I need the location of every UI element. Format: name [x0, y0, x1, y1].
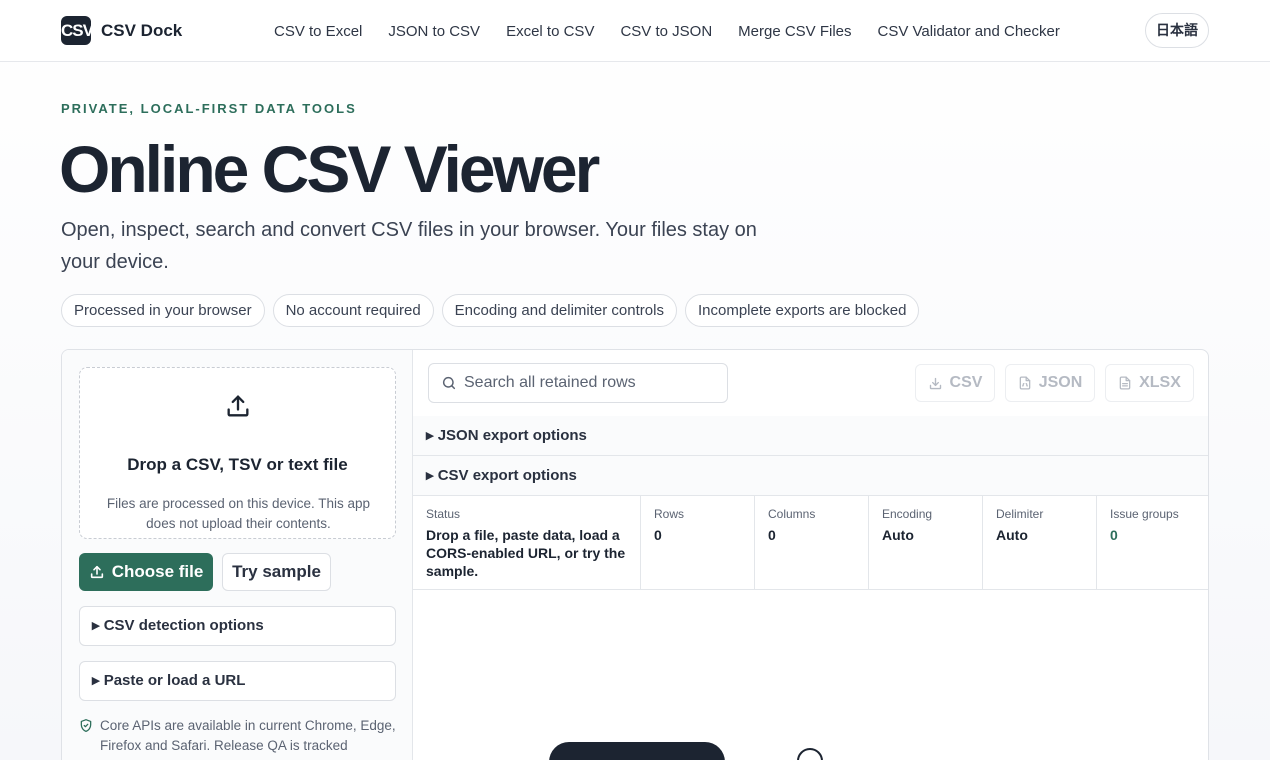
choose-file-button[interactable]: Choose file	[79, 553, 213, 591]
stat-issue-groups: Issue groups 0	[1097, 496, 1208, 589]
status-value: Drop a file, paste data, load a CORS-ena…	[426, 527, 626, 579]
summary-stats: Status Drop a file, paste data, load a C…	[413, 496, 1208, 590]
export-json-button[interactable]: JSON	[1005, 364, 1095, 402]
export-csv-label: CSV	[949, 374, 983, 391]
nav-csv-to-json[interactable]: CSV to JSON	[607, 23, 725, 40]
delimiter-value: Auto	[996, 527, 1028, 543]
upload-icon	[227, 395, 249, 417]
stat-label: Rows	[654, 507, 685, 521]
stat-label: Encoding	[882, 507, 933, 521]
csv-export-options-toggle[interactable]: ▸ CSV export options	[413, 456, 1208, 496]
encoding-value: Auto	[882, 527, 914, 543]
feature-chips: Processed in your browser No account req…	[61, 294, 920, 327]
feature-chip: No account required	[272, 294, 434, 327]
export-xlsx-button[interactable]: XLSX	[1105, 364, 1194, 402]
browser-support-text: Core APIs are available in current Chrom…	[100, 718, 396, 753]
download-icon	[929, 377, 941, 389]
try-sample-button[interactable]: Try sample	[222, 553, 331, 591]
hero-kicker: PRIVATE, LOCAL-FIRST DATA TOOLS	[61, 101, 357, 116]
output-panel: Search all retained rows CSV JSON XLSX ▸…	[413, 350, 1208, 760]
file-icon	[1019, 376, 1031, 390]
nav-csv-validator[interactable]: CSV Validator and Checker	[865, 23, 1073, 40]
browser-support-note: Core APIs are available in current Chrom…	[79, 716, 399, 756]
csv-detection-options-toggle[interactable]: ▸ CSV detection options	[79, 606, 396, 646]
input-panel: Drop a CSV, TSV or text file Files are p…	[62, 350, 413, 760]
export-xlsx-label: XLSX	[1139, 374, 1181, 391]
logo-icon[interactable]: CSV	[61, 16, 91, 45]
drop-zone-title: Drop a CSV, TSV or text file	[127, 455, 348, 474]
export-csv-button[interactable]: CSV	[915, 364, 995, 402]
upload-icon	[90, 565, 103, 579]
feature-chip: Incomplete exports are blocked	[684, 294, 920, 327]
brand-name[interactable]: CSV Dock	[101, 21, 182, 41]
loading-indicator	[797, 748, 823, 760]
page-title: Online CSV Viewer	[59, 132, 600, 206]
viewer-app: Drop a CSV, TSV or text file Files are p…	[61, 349, 1209, 760]
stat-columns: Columns 0	[755, 496, 869, 589]
nav-csv-to-excel[interactable]: CSV to Excel	[261, 23, 375, 40]
search-icon	[442, 376, 456, 390]
shield-icon	[80, 719, 92, 732]
json-export-options-toggle[interactable]: ▸ JSON export options	[413, 416, 1208, 456]
stat-delimiter: Delimiter Auto	[983, 496, 1097, 589]
stat-status: Status Drop a file, paste data, load a C…	[413, 496, 641, 589]
columns-value: 0	[768, 527, 776, 543]
choose-file-label: Choose file	[111, 562, 204, 581]
export-json-label: JSON	[1038, 374, 1083, 391]
nav-json-to-csv[interactable]: JSON to CSV	[375, 23, 493, 40]
feature-chip: Processed in your browser	[61, 294, 265, 327]
spreadsheet-icon	[1119, 376, 1131, 390]
drop-zone-note: Files are processed on this device. This…	[106, 496, 371, 531]
stat-encoding: Encoding Auto	[869, 496, 983, 589]
hero-lead: Open, inspect, search and convert CSV fi…	[61, 219, 757, 273]
floating-toolbar[interactable]	[549, 742, 725, 760]
rows-value: 0	[654, 527, 662, 543]
issue-groups-value: 0	[1110, 527, 1118, 543]
paste-or-url-toggle[interactable]: ▸ Paste or load a URL	[79, 661, 396, 701]
file-drop-zone[interactable]: Drop a CSV, TSV or text file Files are p…	[79, 367, 396, 539]
stat-label: Columns	[768, 507, 816, 521]
nav-merge-csv[interactable]: Merge CSV Files	[725, 23, 864, 40]
site-header: CSV CSV Dock CSV to Excel JSON to CSV Ex…	[0, 0, 1270, 62]
feature-chip: Encoding and delimiter controls	[441, 294, 677, 327]
stat-label: Issue groups	[1110, 507, 1179, 521]
search-input[interactable]: Search all retained rows	[428, 363, 728, 403]
stat-rows: Rows 0	[641, 496, 755, 589]
language-switch-button[interactable]: 日本語	[1145, 13, 1209, 48]
nav-excel-to-csv[interactable]: Excel to CSV	[493, 23, 607, 40]
stat-label: Status	[426, 507, 461, 521]
stat-label: Delimiter	[996, 507, 1044, 521]
main-nav: CSV to Excel JSON to CSV Excel to CSV CS…	[261, 0, 1073, 62]
search-placeholder: Search all retained rows	[464, 374, 636, 391]
